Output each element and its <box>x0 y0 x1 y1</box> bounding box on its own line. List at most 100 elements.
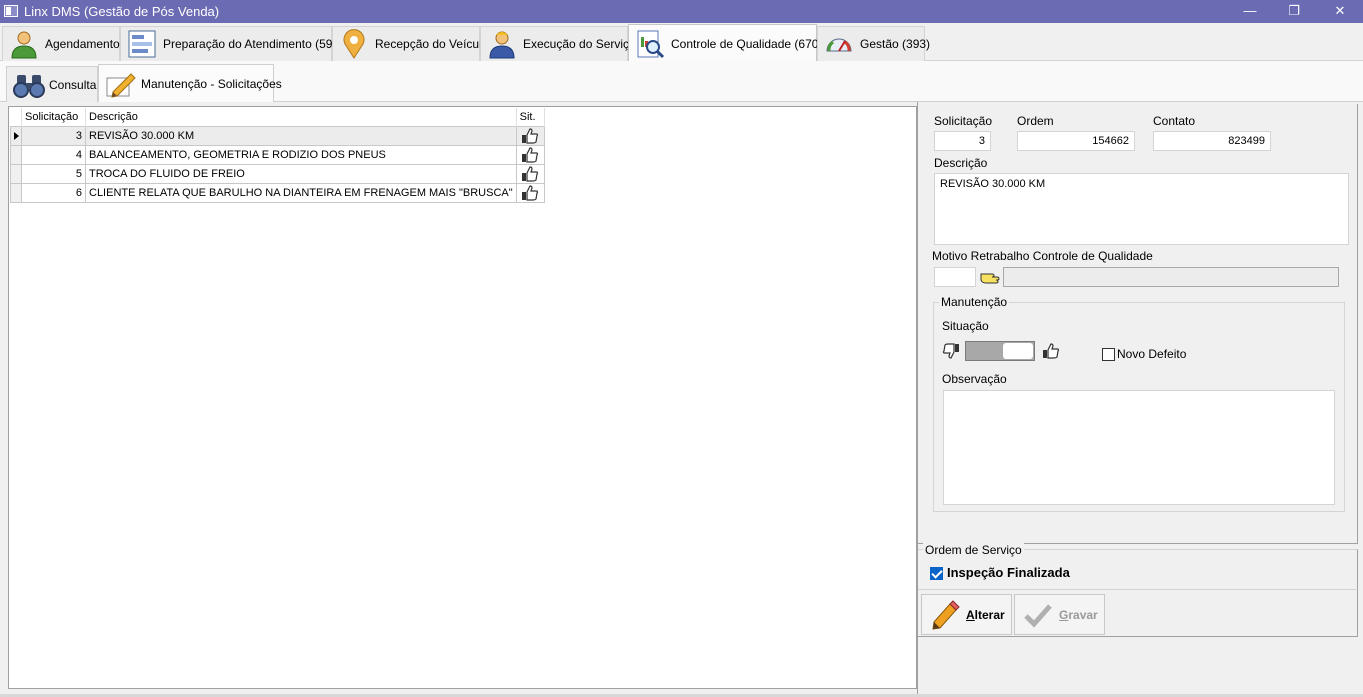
tab-recepcao-veiculo[interactable]: Recepção do Veículo <box>332 26 488 61</box>
checkmark-icon <box>1023 600 1053 630</box>
descricao-field[interactable]: REVISÃO 30.000 KM <box>934 173 1349 245</box>
table-row[interactable]: 5 TROCA DO FLUIDO DE FREIO <box>10 163 545 184</box>
indicator-column-header <box>10 108 22 126</box>
quality-search-icon <box>635 29 665 59</box>
minimize-button[interactable]: — <box>1227 0 1273 23</box>
cell-descricao[interactable]: BALANCEAMENTO, GEOMETRIA E RODIZIO DOS P… <box>85 144 517 165</box>
motivo-label: Motivo Retrabalho Controle de Qualidade <box>932 249 1153 263</box>
descricao-label: Descrição <box>934 156 988 170</box>
gauge-icon <box>824 29 854 59</box>
cell-situacao[interactable] <box>515 144 545 165</box>
cell-solicitacao[interactable]: 3 <box>21 125 86 146</box>
contato-field[interactable]: 823499 <box>1153 131 1271 151</box>
form-icon <box>127 29 157 59</box>
observacao-field[interactable] <box>943 390 1335 505</box>
title-bar: Linx DMS (Gestão de Pós Venda) — ❐ ✕ <box>0 0 1363 23</box>
cell-descricao[interactable]: REVISÃO 30.000 KM <box>85 125 517 146</box>
novo-defeito-label[interactable]: Novo Defeito <box>1117 347 1186 361</box>
gravar-label: Gravar <box>1059 607 1098 622</box>
cell-solicitacao[interactable]: 6 <box>21 182 86 203</box>
row-pointer-icon <box>14 131 19 140</box>
tab-label: Preparação do Atendimento (598) <box>163 37 344 51</box>
alterar-label: Alterar <box>966 607 1005 622</box>
ordem-label: Ordem <box>1017 114 1054 128</box>
motivo-code-field[interactable] <box>934 267 976 287</box>
tab-label: Manutenção - Solicitações <box>141 77 282 91</box>
table-row[interactable]: 6 CLIENTE RELATA QUE BARULHO NA DIANTEIR… <box>10 182 545 203</box>
tab-label: Recepção do Veículo <box>375 37 489 51</box>
content-area: Solicitação Descrição Sit. 3 REVISÃO 30.… <box>0 102 1363 694</box>
ordem-field[interactable]: 154662 <box>1017 131 1135 151</box>
solicitacoes-table: Solicitação Descrição Sit. 3 REVISÃO 30.… <box>10 108 545 203</box>
tab-agendamento[interactable]: Agendamento <box>2 26 120 61</box>
app-icon <box>4 5 18 17</box>
thumbs-up-icon <box>522 184 539 201</box>
thumbs-up-icon <box>522 146 539 163</box>
tab-label: Execução do Serviço <box>523 37 636 51</box>
tab-controle-qualidade[interactable]: Controle de Qualidade (670) <box>628 24 822 62</box>
map-pin-icon <box>339 29 369 59</box>
tab-label: Controle de Qualidade (670) <box>671 36 823 51</box>
manutencao-group: Manutenção Situação Novo Defeito Observa… <box>933 295 1345 512</box>
inspecao-finalizada-label[interactable]: Inspeção Finalizada <box>947 565 1070 580</box>
cell-situacao[interactable] <box>515 182 545 203</box>
row-indicator <box>10 182 22 203</box>
restore-button[interactable]: ❐ <box>1271 0 1317 23</box>
cell-solicitacao[interactable]: 4 <box>21 144 86 165</box>
column-header-descricao[interactable]: Descrição <box>85 108 517 126</box>
tab-manutencao-solicitacoes[interactable]: Manutenção - Solicitações <box>98 64 282 103</box>
details-form: Solicitação 3 Ordem 154662 Contato 82349… <box>918 104 1358 544</box>
column-header-situacao[interactable]: Sit. <box>516 108 545 126</box>
table-row[interactable]: 4 BALANCEAMENTO, GEOMETRIA E RODIZIO DOS… <box>10 144 545 165</box>
column-header-solicitacao[interactable]: Solicitação <box>21 108 86 126</box>
window-title: Linx DMS (Gestão de Pós Venda) <box>24 4 220 19</box>
tab-label: Agendamento <box>45 37 120 51</box>
sub-tab-bar: Consulta Manutenção - Solicitações <box>0 61 1363 103</box>
cell-situacao[interactable] <box>515 125 545 146</box>
gravar-button[interactable]: Gravar <box>1014 594 1105 635</box>
details-panel: Solicitação 3 Ordem 154662 Contato 82349… <box>917 102 1363 694</box>
tab-consulta[interactable]: Consulta <box>6 66 98 102</box>
row-indicator <box>10 163 22 184</box>
contato-label: Contato <box>1153 114 1196 128</box>
tab-label: Gestão (393) <box>860 37 931 51</box>
lookup-hand-icon[interactable] <box>980 268 1000 287</box>
person-icon <box>9 29 39 59</box>
pencil-icon <box>930 599 960 630</box>
novo-defeito-checkbox[interactable] <box>1102 348 1115 361</box>
alterar-button[interactable]: Alterar <box>921 594 1012 635</box>
tab-label: Consulta <box>49 77 97 92</box>
mechanic-icon <box>487 29 517 59</box>
tab-gestao[interactable]: Gestão (393) <box>817 26 930 61</box>
pencil-icon <box>105 70 137 98</box>
situacao-toggle[interactable] <box>965 341 1035 361</box>
inspecao-finalizada-checkbox[interactable] <box>930 567 943 580</box>
cell-situacao[interactable] <box>515 163 545 184</box>
thumbs-up-icon[interactable] <box>1042 343 1060 359</box>
thumbs-down-icon[interactable] <box>942 343 960 359</box>
solicitacao-label: Solicitação <box>934 114 993 128</box>
cell-solicitacao[interactable]: 5 <box>21 163 86 184</box>
thumbs-up-icon <box>522 165 539 182</box>
binoculars-icon <box>13 71 45 99</box>
tab-preparacao-atendimento[interactable]: Preparação do Atendimento (598) <box>120 26 343 61</box>
solicitacoes-grid[interactable]: Solicitação Descrição Sit. 3 REVISÃO 30.… <box>8 106 917 689</box>
table-row[interactable]: 3 REVISÃO 30.000 KM <box>10 125 545 146</box>
manutencao-group-title: Manutenção <box>939 295 1010 309</box>
close-button[interactable]: ✕ <box>1317 0 1363 23</box>
thumbs-up-icon <box>522 127 539 144</box>
main-tab-bar: Agendamento Preparação do Atendimento (5… <box>0 23 1363 62</box>
row-indicator <box>10 144 22 165</box>
solicitacao-field[interactable]: 3 <box>934 131 991 151</box>
action-buttons: Alterar Gravar <box>918 589 1358 637</box>
observacao-label: Observação <box>942 372 1007 386</box>
cell-descricao[interactable]: TROCA DO FLUIDO DE FREIO <box>85 163 517 184</box>
situacao-label: Situação <box>942 319 989 333</box>
ordem-servico-group-title: Ordem de Serviço <box>923 543 1024 557</box>
motivo-description-field <box>1003 267 1339 287</box>
grid-header-row: Solicitação Descrição Sit. <box>10 108 545 126</box>
ordem-servico-group: Ordem de Serviço Inspeção Finalizada <box>918 543 1358 589</box>
row-indicator <box>10 125 22 146</box>
tab-execucao-servico[interactable]: Execução do Serviço <box>480 26 636 61</box>
cell-descricao[interactable]: CLIENTE RELATA QUE BARULHO NA DIANTEIRA … <box>85 182 517 203</box>
